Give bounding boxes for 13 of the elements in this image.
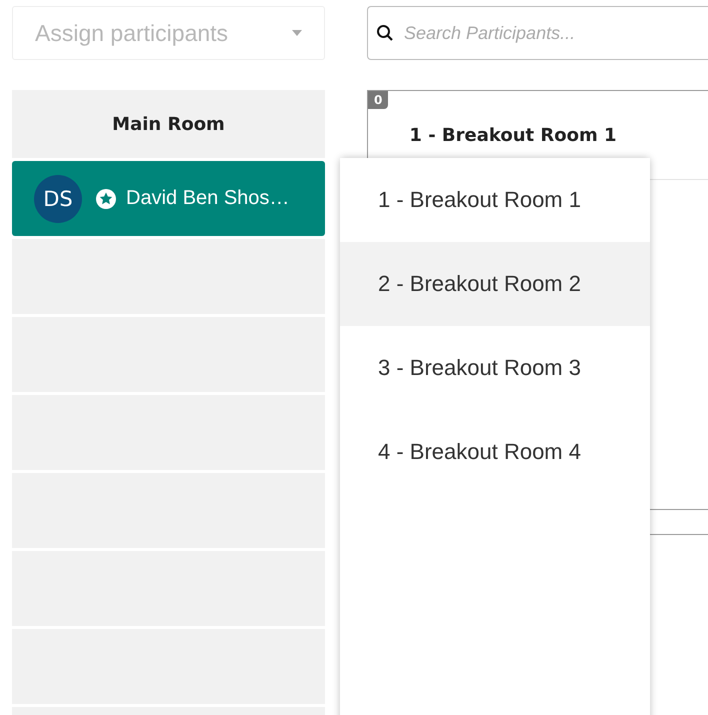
search-icon <box>376 24 394 42</box>
menu-item[interactable]: 1 - Breakout Room 1 <box>340 158 650 242</box>
menu-item[interactable]: 4 - Breakout Room 4 <box>340 410 650 494</box>
participant-row[interactable]: DS David Ben Shos… <box>12 161 325 236</box>
count-badge: 0 <box>368 91 388 109</box>
avatar: DS <box>34 174 82 222</box>
menu-item[interactable]: 2 - Breakout Room 2 <box>340 242 650 326</box>
caret-icon <box>292 30 302 36</box>
menu-item[interactable]: 3 - Breakout Room 3 <box>340 326 650 410</box>
search-field[interactable]: Search Participants... <box>367 6 708 60</box>
main-room-header: Main Room <box>12 90 325 158</box>
participant-name: David Ben Shos… <box>126 187 290 210</box>
room-title: 1 - Breakout Room 1 <box>409 124 617 146</box>
